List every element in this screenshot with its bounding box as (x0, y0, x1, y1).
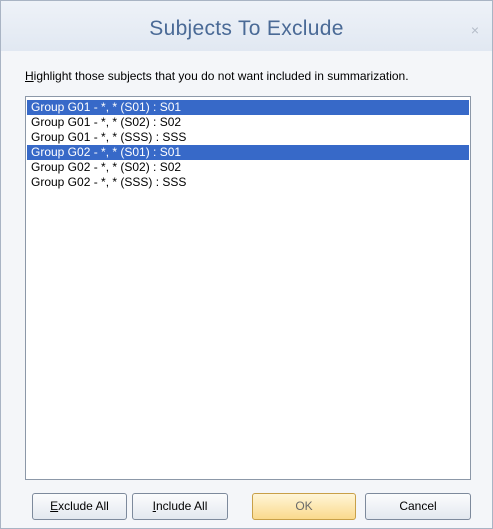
cancel-button[interactable]: Cancel (365, 493, 471, 520)
subject-list-item[interactable]: Group G02 - *, * (S01) : S01 (27, 145, 469, 160)
instruction-mnemonic: H (25, 69, 34, 83)
subject-list-item[interactable]: Group G02 - *, * (S02) : S02 (27, 160, 469, 175)
subjects-listbox[interactable]: Group G01 - *, * (S01) : S01 Group G01 - … (25, 96, 471, 480)
subjects-to-exclude-dialog: Subjects To Exclude × Highlight those su… (0, 0, 493, 529)
ok-button[interactable]: OK (252, 493, 356, 520)
title-bar[interactable]: Subjects To Exclude × (1, 1, 492, 51)
instruction-rest: ighlight those subjects that you do not … (33, 69, 409, 83)
subject-list-item[interactable]: Group G02 - *, * (SSS) : SSS (27, 175, 469, 190)
include-all-button[interactable]: Include All (132, 493, 228, 520)
instruction-text: Highlight those subjects that you do not… (25, 69, 409, 83)
exclude-all-mnemonic: E (50, 499, 59, 513)
subject-list-item[interactable]: Group G01 - *, * (SSS) : SSS (27, 130, 469, 145)
subject-list-item[interactable]: Group G01 - *, * (S02) : S02 (27, 115, 469, 130)
include-all-label: nclude All (155, 499, 208, 513)
subject-list-item[interactable]: Group G01 - *, * (S01) : S01 (27, 100, 469, 115)
close-icon[interactable]: × (468, 23, 482, 37)
dialog-title: Subjects To Exclude (149, 17, 344, 40)
exclude-all-button[interactable]: Exclude All (32, 493, 127, 520)
exclude-all-label: xclude All (58, 499, 109, 513)
